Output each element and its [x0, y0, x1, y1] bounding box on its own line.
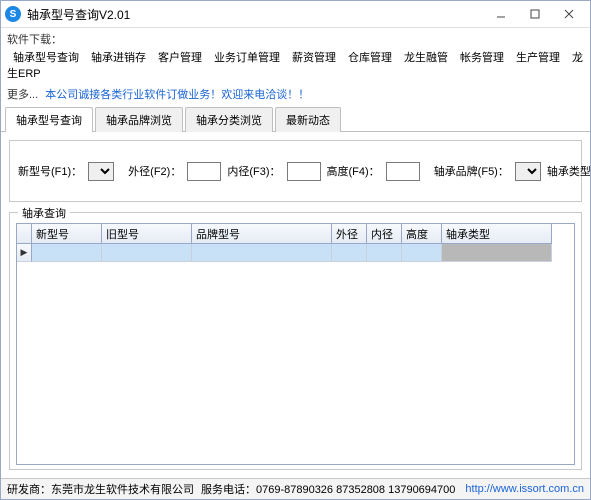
- app-window: S 轴承型号查询V2.01 软件下载： 轴承型号查询轴承进销存客户管理业务订单管…: [0, 0, 591, 500]
- menu-item-2[interactable]: 客户管理: [152, 50, 208, 66]
- menu-item-5[interactable]: 仓库管理: [342, 50, 398, 66]
- app-icon: S: [5, 6, 21, 22]
- developer-label: 研发商：东莞市龙生软件技术有限公司: [7, 481, 194, 497]
- search-panel: 新型号(F1)： 外径(F2)： 内径(F3)： 高度(F4)： 轴承品牌(F5…: [9, 140, 582, 202]
- tab-1[interactable]: 轴承品牌浏览: [95, 107, 183, 132]
- col-header-2[interactable]: 品牌型号: [192, 224, 332, 244]
- tab-2[interactable]: 轴承分类浏览: [185, 107, 273, 132]
- status-url[interactable]: http://www.issort.com.cn: [465, 483, 584, 495]
- height-label: 高度(F4)：: [327, 163, 380, 179]
- outer-input[interactable]: [187, 162, 221, 181]
- cell[interactable]: [102, 244, 192, 262]
- table-row[interactable]: ▶: [17, 244, 574, 262]
- tab-3[interactable]: 最新动态: [275, 107, 341, 132]
- service-phone: 服务电话：0769-87890326 87352808 13790694700: [201, 481, 455, 497]
- tab-0[interactable]: 轴承型号查询: [5, 107, 93, 132]
- col-header-6[interactable]: 轴承类型: [442, 224, 552, 244]
- download-label: 软件下载：: [7, 31, 62, 47]
- height-input[interactable]: [386, 162, 420, 181]
- grid-legend: 轴承查询: [18, 205, 70, 221]
- inner-label: 内径(F3)：: [227, 163, 280, 179]
- grid-group: 轴承查询 新型号旧型号品牌型号外径内径高度轴承类型 ▶: [9, 212, 582, 470]
- cell[interactable]: [442, 244, 552, 262]
- menu-item-1[interactable]: 轴承进销存: [85, 50, 152, 66]
- new-model-combo[interactable]: [88, 162, 114, 181]
- outer-label: 外径(F2)：: [128, 163, 181, 179]
- menu-bar: 软件下载： 轴承型号查询轴承进销存客户管理业务订单管理薪资管理仓库管理龙生融管帐…: [1, 28, 590, 84]
- row-pointer-icon: ▶: [17, 244, 32, 262]
- col-header-3[interactable]: 外径: [332, 224, 367, 244]
- promo-text[interactable]: 本公司诚接各类行业软件订做业务！欢迎来电洽谈！！: [45, 89, 309, 101]
- cell[interactable]: [32, 244, 102, 262]
- col-header-5[interactable]: 高度: [402, 224, 442, 244]
- menu-item-0[interactable]: 轴承型号查询: [7, 50, 85, 66]
- menu-item-8[interactable]: 生产管理: [510, 50, 566, 66]
- col-header-4[interactable]: 内径: [367, 224, 402, 244]
- type-label: 轴承类型(F6)：: [547, 163, 590, 179]
- status-bar: 研发商：东莞市龙生软件技术有限公司 服务电话：0769-87890326 873…: [1, 478, 590, 499]
- row-header-corner: [17, 224, 32, 244]
- tab-strip: 轴承型号查询轴承品牌浏览轴承分类浏览最新动态: [1, 106, 590, 132]
- more-label[interactable]: 更多...: [7, 89, 38, 101]
- maximize-button[interactable]: [518, 3, 552, 25]
- cell[interactable]: [367, 244, 402, 262]
- brand-combo[interactable]: [515, 162, 541, 181]
- minimize-button[interactable]: [484, 3, 518, 25]
- tab-content: 新型号(F1)： 外径(F2)： 内径(F3)： 高度(F4)： 轴承品牌(F5…: [1, 132, 590, 478]
- new-model-label: 新型号(F1)：: [18, 163, 82, 179]
- result-grid[interactable]: 新型号旧型号品牌型号外径内径高度轴承类型 ▶: [16, 223, 575, 465]
- close-button[interactable]: [552, 3, 586, 25]
- title-bar: S 轴承型号查询V2.01: [1, 1, 590, 28]
- cell[interactable]: [192, 244, 332, 262]
- window-title: 轴承型号查询V2.01: [27, 6, 484, 23]
- inner-input[interactable]: [287, 162, 321, 181]
- cell[interactable]: [332, 244, 367, 262]
- menu-item-7[interactable]: 帐务管理: [454, 50, 510, 66]
- cell[interactable]: [402, 244, 442, 262]
- menu-item-4[interactable]: 薪资管理: [286, 50, 342, 66]
- promo-line: 更多... 本公司诚接各类行业软件订做业务！欢迎来电洽谈！！: [1, 84, 590, 106]
- col-header-0[interactable]: 新型号: [32, 224, 102, 244]
- col-header-1[interactable]: 旧型号: [102, 224, 192, 244]
- menu-item-3[interactable]: 业务订单管理: [208, 50, 286, 66]
- menu-item-6[interactable]: 龙生融管: [398, 50, 454, 66]
- brand-label: 轴承品牌(F5)：: [434, 163, 509, 179]
